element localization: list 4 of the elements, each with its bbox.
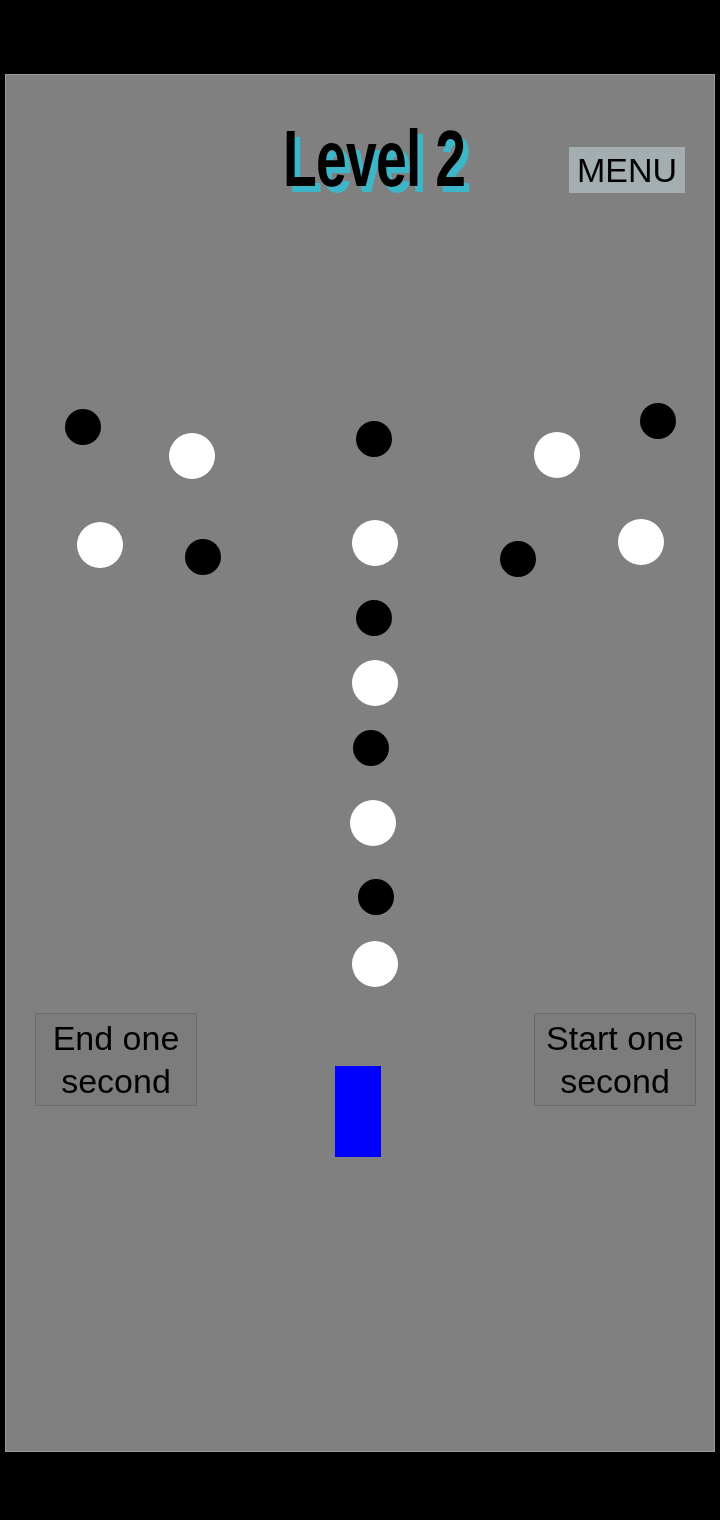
- level-title: Level 2: [283, 119, 466, 199]
- menu-button[interactable]: MENU: [569, 147, 685, 193]
- timer-button[interactable]: Start one second: [534, 1013, 696, 1106]
- timer-button[interactable]: End one second: [35, 1013, 197, 1106]
